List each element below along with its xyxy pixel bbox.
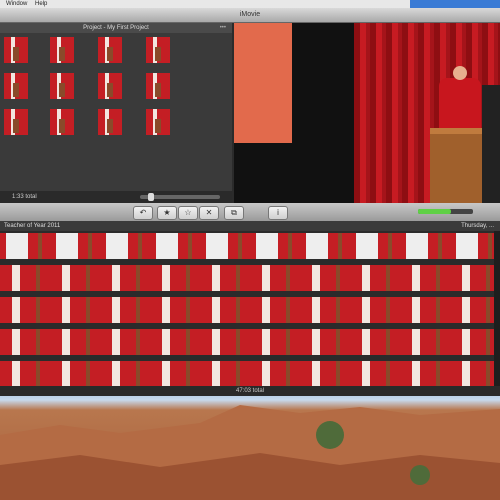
project-title: Project - My First Project [83, 25, 149, 31]
clip-thumbnail[interactable] [98, 109, 122, 135]
clip-thumbnail[interactable] [98, 37, 122, 63]
clip-thumbnail[interactable] [98, 73, 122, 99]
projection-screen [234, 23, 292, 143]
window-title: iMovie [239, 11, 261, 18]
second-person [482, 85, 500, 203]
title-bar[interactable]: iMovie [0, 8, 500, 23]
project-header: Project - My First Project ••• [0, 23, 232, 33]
clip-thumbnail[interactable] [50, 73, 74, 99]
more-icon[interactable]: ••• [220, 23, 226, 33]
clip-strip[interactable] [0, 361, 494, 387]
info-button[interactable]: i [268, 206, 288, 220]
clip-thumbnail[interactable] [146, 109, 170, 135]
clip-thumbnail[interactable] [4, 109, 28, 135]
event-footer: 47:03 total [0, 386, 500, 396]
crop-button[interactable]: ⧉ [224, 206, 244, 220]
favorite-button[interactable]: ★ [157, 206, 177, 220]
clip-thumbnail[interactable] [4, 37, 28, 63]
menu-help[interactable]: Help [35, 1, 47, 7]
project-duration: 1:33 total [12, 194, 37, 200]
event-title: Teacher of Year 2011 [4, 223, 61, 229]
project-pane[interactable]: Project - My First Project ••• 1:33 tota… [0, 23, 232, 203]
reject-button[interactable]: ✕ [199, 206, 219, 220]
red-rock-landscape [0, 405, 500, 500]
clip-strip[interactable] [0, 329, 494, 355]
clip-thumbnail[interactable] [50, 37, 74, 63]
zoom-slider-knob[interactable] [148, 193, 154, 201]
clip-strip[interactable] [0, 297, 494, 323]
event-library[interactable]: Teacher of Year 2011 Thursday, ... 47:03… [0, 221, 500, 396]
clip-thumbnail[interactable] [4, 73, 28, 99]
event-header: Teacher of Year 2011 Thursday, ... [0, 221, 500, 231]
browser-tab-strip [410, 0, 500, 8]
undo-button[interactable]: ↶ [133, 206, 153, 220]
clip-thumbnail[interactable] [146, 73, 170, 99]
clip-thumbnail[interactable] [50, 109, 74, 135]
unmark-button[interactable]: ☆ [178, 206, 198, 220]
clip-thumbnail[interactable] [146, 37, 170, 63]
speaker-figure [439, 66, 481, 133]
clip-strip[interactable] [0, 265, 494, 291]
clip-strip[interactable] [0, 233, 494, 259]
event-duration: 47:03 total [235, 388, 265, 394]
event-date: Thursday, ... [461, 223, 494, 229]
scrollbar[interactable] [494, 231, 500, 386]
menu-window[interactable]: Window [6, 1, 27, 7]
imovie-window: iMovie Project - My First Project ••• 1:… [0, 8, 500, 396]
zoom-slider[interactable] [140, 193, 220, 201]
volume-slider[interactable] [418, 209, 473, 214]
volume-level [418, 209, 451, 214]
video-viewer[interactable] [234, 23, 500, 203]
menu-bar: Window Help [0, 0, 500, 8]
podium [430, 128, 482, 203]
toolbar: ↶ ★ ☆ ✕ ⧉ i [0, 203, 500, 221]
project-footer: 1:33 total [0, 191, 232, 203]
